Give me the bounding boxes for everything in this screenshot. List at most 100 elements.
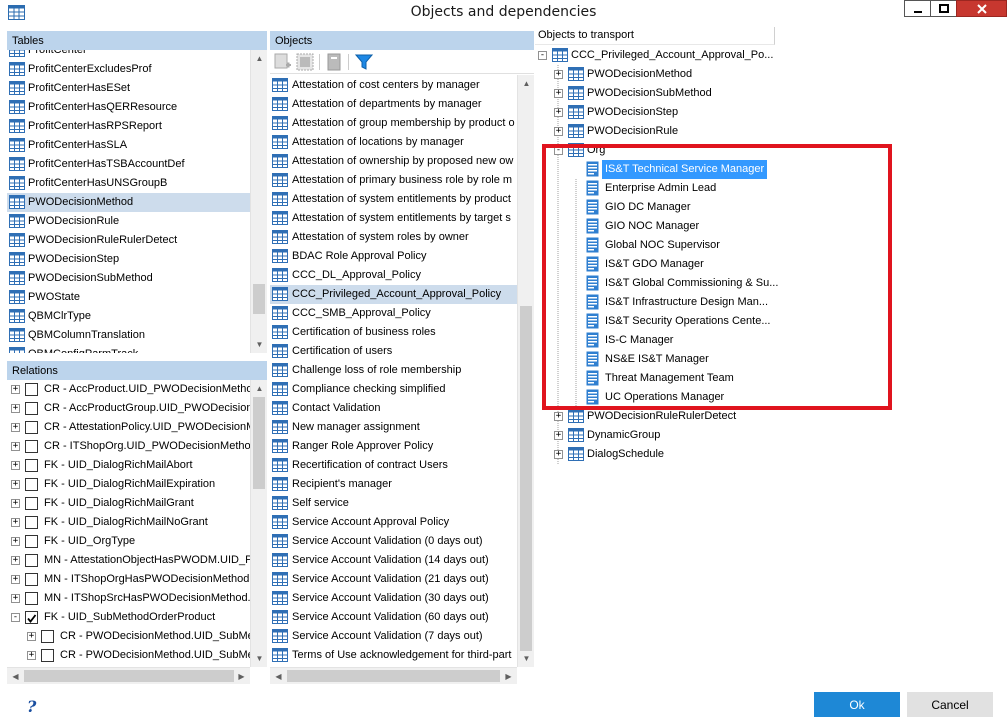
expand-icon[interactable]: + [11, 518, 20, 527]
table-list-item[interactable]: ProfitCenterHasRPSReport [7, 117, 250, 136]
object-list-item[interactable]: Attestation of system roles by owner [270, 228, 517, 247]
table-list-item[interactable]: ProfitCenterHasESet [7, 79, 250, 98]
relation-list-item[interactable]: + MN - AttestationObjectHasPWODM.UID_P [7, 551, 250, 570]
remove-object-icon[interactable] [325, 53, 343, 71]
object-list-item[interactable]: CCC_Privileged_Account_Approval_Policy [270, 285, 517, 304]
relation-list-item[interactable]: + FK - UID_DialogRichMailAbort [7, 456, 250, 475]
relation-list-item[interactable]: + FK - UID_DialogRichMailGrant [7, 494, 250, 513]
scroll-thumb[interactable] [24, 670, 234, 682]
tree-node[interactable]: + PWODecisionSubMethod [535, 84, 1005, 103]
tree-node[interactable]: + DynamicGroup [535, 426, 1005, 445]
expand-icon[interactable]: + [27, 632, 36, 641]
tables-vscrollbar[interactable]: ▲ ▼ [250, 50, 267, 353]
relation-checkbox[interactable] [25, 592, 38, 605]
relation-list-item[interactable]: + CR - AttestationPolicy.UID_PWODecisionM [7, 418, 250, 437]
relation-list-item[interactable]: + CR - AccProductGroup.UID_PWODecisionM [7, 399, 250, 418]
collapse-icon[interactable]: - [538, 51, 547, 60]
expand-icon[interactable]: + [27, 651, 36, 660]
org-tree-item[interactable]: IS&T Security Operations Cente... [535, 312, 1005, 331]
relation-list-item[interactable]: + FK - UID_DialogRichMailExpiration [7, 475, 250, 494]
relation-checkbox[interactable] [25, 478, 38, 491]
scroll-up-arrow[interactable]: ▲ [251, 380, 267, 397]
expand-icon[interactable]: + [11, 480, 20, 489]
object-list-item[interactable]: Certification of users [270, 342, 517, 361]
expand-icon[interactable]: + [11, 442, 20, 451]
expand-icon[interactable]: + [554, 70, 563, 79]
tree-node[interactable]: + PWODecisionMethod [535, 65, 1005, 84]
object-list-item[interactable]: Service Account Validation (14 days out) [270, 551, 517, 570]
scroll-right-arrow[interactable]: ▶ [500, 668, 517, 684]
maximize-button[interactable] [930, 0, 957, 17]
expand-icon[interactable]: + [554, 127, 563, 136]
scroll-thumb[interactable] [520, 306, 532, 651]
object-list-item[interactable]: Terms of Use acknowledgement for third-p… [270, 646, 517, 665]
relation-checkbox[interactable] [25, 421, 38, 434]
relation-list-item[interactable]: + MN - ITShopSrcHasPWODecisionMethod.UI [7, 589, 250, 608]
object-list-item[interactable]: Recipient's manager [270, 475, 517, 494]
object-list-item[interactable]: Service Account Validation (0 days out) [270, 532, 517, 551]
expand-icon[interactable]: + [11, 575, 20, 584]
relation-checkbox[interactable] [41, 649, 54, 662]
scroll-thumb[interactable] [253, 284, 265, 314]
scroll-down-arrow[interactable]: ▼ [518, 650, 534, 667]
object-list-item[interactable]: Attestation of cost centers by manager [270, 76, 517, 95]
expand-icon[interactable]: + [11, 537, 20, 546]
objects-hscrollbar[interactable]: ◀ ▶ [270, 667, 517, 684]
org-tree-item[interactable]: IS&T Global Commissioning & Su... [535, 274, 1005, 293]
table-list-item[interactable]: QBMConfigParmTrack [7, 345, 250, 353]
tree-node[interactable]: + PWODecisionStep [535, 103, 1005, 122]
object-list-item[interactable]: Attestation of group membership by produ… [270, 114, 517, 133]
tree-node[interactable]: + PWODecisionRule [535, 122, 1005, 141]
org-tree-item[interactable]: GIO DC Manager [535, 198, 1005, 217]
add-object-icon[interactable] [274, 53, 292, 71]
relation-list-item[interactable]: - FK - UID_SubMethodOrderProduct [7, 608, 250, 627]
objects-vscrollbar[interactable]: ▲ ▼ [517, 75, 534, 667]
table-list-item[interactable]: QBMClrType [7, 307, 250, 326]
table-list-item[interactable]: ProfitCenterHasTSBAccountDef [7, 155, 250, 174]
expand-icon[interactable]: + [11, 499, 20, 508]
org-tree-item[interactable]: Global NOC Supervisor [535, 236, 1005, 255]
relations-hscrollbar[interactable]: ◀ ▶ [7, 667, 250, 684]
scroll-up-arrow[interactable]: ▲ [251, 50, 267, 67]
table-list-item[interactable]: QBMColumnTranslation [7, 326, 250, 345]
collapse-icon[interactable]: - [554, 146, 563, 155]
object-list-item[interactable]: Self service [270, 494, 517, 513]
relation-list-item[interactable]: + FK - UID_DialogRichMailNoGrant [7, 513, 250, 532]
relation-checkbox[interactable] [25, 554, 38, 567]
scroll-thumb[interactable] [253, 397, 265, 489]
scroll-thumb[interactable] [287, 670, 500, 682]
relation-checkbox[interactable] [25, 497, 38, 510]
tree-node[interactable]: + DialogSchedule [535, 445, 1005, 464]
table-list-item[interactable]: PWODecisionRule [7, 212, 250, 231]
object-list-item[interactable]: Challenge loss of role membership [270, 361, 517, 380]
expand-icon[interactable]: + [554, 108, 563, 117]
table-list-item[interactable]: ProfitCenterHasSLA [7, 136, 250, 155]
object-list-item[interactable]: Attestation of locations by manager [270, 133, 517, 152]
scroll-down-arrow[interactable]: ▼ [251, 336, 267, 353]
relation-checkbox[interactable] [25, 459, 38, 472]
table-list-item[interactable]: PWODecisionStep [7, 250, 250, 269]
object-list-item[interactable]: Service Account Approval Policy [270, 513, 517, 532]
expand-icon[interactable]: + [11, 461, 20, 470]
object-list-item[interactable]: Attestation of primary business role by … [270, 171, 517, 190]
relation-list-item[interactable]: + CR - PWODecisionMethod.UID_SubMet [7, 646, 250, 665]
minimize-button[interactable] [904, 0, 931, 17]
object-list-item[interactable]: Certification of business roles [270, 323, 517, 342]
expand-icon[interactable]: + [11, 423, 20, 432]
object-list-item[interactable]: New manager assignment [270, 418, 517, 437]
close-button[interactable] [956, 0, 1007, 17]
table-list-item[interactable]: PWODecisionMethod [7, 193, 250, 212]
ok-button[interactable]: Ok [814, 692, 900, 717]
relation-list-item[interactable]: + CR - ITShopOrg.UID_PWODecisionMethod [7, 437, 250, 456]
object-list-item[interactable]: Service Account Validation (7 days out) [270, 627, 517, 646]
relation-list-item[interactable]: + CR - PWODecisionMethod.UID_SubMet [7, 627, 250, 646]
org-tree-item[interactable]: IS&T Infrastructure Design Man... [535, 293, 1005, 312]
table-list-item[interactable]: PWODecisionRuleRulerDetect [7, 231, 250, 250]
object-list-item[interactable]: BDAC Role Approval Policy [270, 247, 517, 266]
relation-list-item[interactable]: + CR - AccProduct.UID_PWODecisionMethod [7, 380, 250, 399]
table-list-item[interactable]: ProfitCenterHasQERResource [7, 98, 250, 117]
expand-icon[interactable]: + [554, 412, 563, 421]
object-list-item[interactable]: Service Account Validation (21 days out) [270, 570, 517, 589]
tree-node[interactable]: + PWODecisionRuleRulerDetect [535, 407, 1005, 426]
org-tree-item[interactable]: IS-C Manager [535, 331, 1005, 350]
